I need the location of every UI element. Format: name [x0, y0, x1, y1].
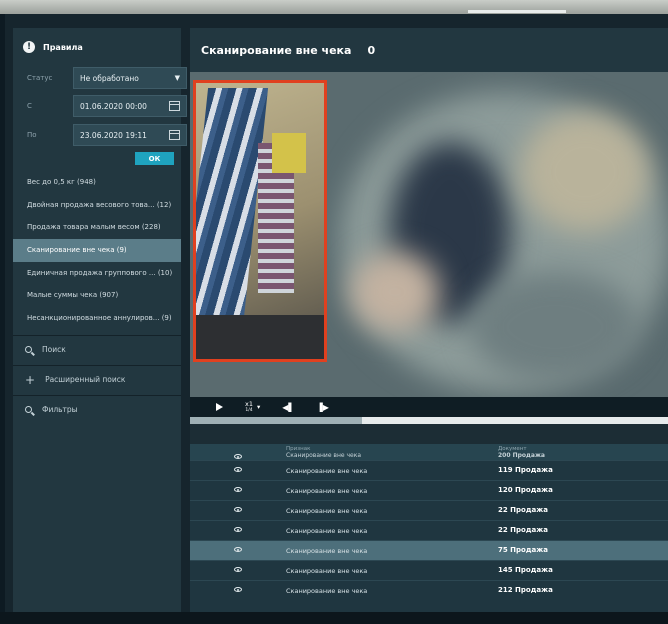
- main-header: Сканирование вне чека 0: [190, 28, 668, 72]
- status-select[interactable]: Не обработано ▼: [73, 67, 187, 89]
- timeline-progress-fill: [190, 417, 363, 424]
- row-document: 119 Продажа: [498, 466, 553, 474]
- to-date-input[interactable]: 23.06.2020 19:11: [73, 124, 187, 146]
- speed-bottom: 1/4: [245, 408, 253, 413]
- detection-crop: [193, 80, 327, 362]
- shelf-yellow-box: [272, 133, 306, 173]
- step-forward-icon[interactable]: ▐▶︎: [317, 403, 329, 412]
- row-document: 145 Продажа: [498, 566, 553, 574]
- sidebar-header: ! Правила: [23, 40, 83, 54]
- chevron-down-icon: ▼: [174, 74, 180, 82]
- row-type: Сканирование вне чека: [286, 527, 368, 535]
- rule-item[interactable]: Сканирование вне чека (9): [13, 239, 181, 262]
- status-select-value: Не обработано: [80, 73, 139, 83]
- calendar-icon[interactable]: [169, 101, 180, 111]
- eye-icon[interactable]: [234, 527, 242, 532]
- eye-icon[interactable]: [234, 567, 242, 572]
- status-label: Статус: [27, 74, 53, 82]
- eye-icon[interactable]: [234, 467, 242, 472]
- rule-item[interactable]: Малые суммы чека (907): [13, 284, 181, 307]
- row-type: Сканирование вне чека: [286, 567, 368, 575]
- bottom-strip: [0, 612, 668, 624]
- ok-button[interactable]: ОК: [135, 152, 174, 165]
- info-icon: !: [23, 41, 35, 53]
- sidebar-title: Правила: [43, 42, 83, 52]
- advanced-search-button[interactable]: + Расширенный поиск: [13, 365, 181, 393]
- player-controls: x1 1/4 ▾ ◀︎▌ ▐▶︎: [190, 397, 668, 417]
- to-label: По: [27, 131, 37, 139]
- row-type: Сканирование вне чека: [286, 507, 368, 515]
- timeline-progress[interactable]: [190, 417, 668, 424]
- advanced-search-label: Расширенный поиск: [45, 375, 126, 384]
- partial-row-type: Сканирование вне чека: [286, 452, 362, 459]
- row-type: Сканирование вне чека: [286, 547, 368, 555]
- filters-label: Фильтры: [42, 405, 78, 414]
- search-button[interactable]: Поиск: [13, 335, 181, 363]
- calendar-icon[interactable]: [169, 130, 180, 140]
- speed-top: x1: [245, 400, 253, 408]
- table-row[interactable]: Сканирование вне чека 120 Продажа: [190, 480, 668, 500]
- video-light-area: [520, 112, 650, 232]
- top-strip: [0, 0, 668, 14]
- rule-item[interactable]: Вес до 0,5 кг (948): [13, 171, 181, 194]
- filters-button[interactable]: Фильтры: [13, 395, 181, 423]
- plus-icon: +: [25, 372, 36, 387]
- from-date-value: 01.06.2020 00:00: [80, 101, 147, 111]
- from-date-input[interactable]: 01.06.2020 00:00: [73, 95, 187, 117]
- table-row[interactable]: Сканирование вне чека 22 Продажа: [190, 520, 668, 540]
- partial-row-doc: 200 Продажа: [498, 452, 545, 459]
- row-document: 22 Продажа: [498, 526, 548, 534]
- row-type: Сканирование вне чека: [286, 487, 368, 495]
- eye-icon[interactable]: [234, 454, 242, 459]
- row-document: 75 Продажа: [498, 546, 548, 554]
- eye-icon[interactable]: [234, 487, 242, 492]
- search-icon: [25, 346, 32, 353]
- rule-item[interactable]: Продажа товара малым весом (228): [13, 216, 181, 239]
- eye-icon[interactable]: [234, 547, 242, 552]
- page-title: Сканирование вне чека: [201, 43, 352, 57]
- step-back-icon[interactable]: ◀︎▌: [282, 403, 294, 412]
- sidebar: ! Правила Статус Не обработано ▼ С 01.06…: [13, 28, 187, 616]
- rule-item[interactable]: Единичная продажа группового ... (10): [13, 262, 181, 285]
- eye-icon[interactable]: [234, 507, 242, 512]
- search-label: Поиск: [42, 345, 66, 354]
- rule-item[interactable]: Несанкционированное аннулиров... (9): [13, 307, 181, 330]
- rule-item[interactable]: Двойная продажа весового това... (12): [13, 194, 181, 217]
- video-light-area: [350, 252, 440, 332]
- table-row[interactable]: Сканирование вне чека 75 Продажа: [190, 540, 668, 560]
- table-toolbar: [190, 424, 668, 444]
- search-icon: [25, 406, 32, 413]
- table-row[interactable]: Сканирование вне чека 212 Продажа: [190, 580, 668, 600]
- chevron-down-icon: ▾: [256, 402, 261, 411]
- row-document: 212 Продажа: [498, 586, 553, 594]
- active-tab-indicator: [468, 10, 566, 13]
- table-header: Признак Документ Сканирование вне чека 2…: [190, 444, 668, 460]
- table-row[interactable]: Сканирование вне чека 119 Продажа: [190, 460, 668, 480]
- video-shadow-area: [470, 272, 640, 382]
- rules-list: Вес до 0,5 кг (948) Двойная продажа весов…: [13, 171, 181, 330]
- speed-select[interactable]: x1 1/4 ▾: [245, 400, 261, 414]
- shelf-shadow: [196, 315, 324, 359]
- row-document: 22 Продажа: [498, 506, 548, 514]
- play-icon[interactable]: [216, 403, 223, 411]
- row-type: Сканирование вне чека: [286, 467, 368, 475]
- row-document: 120 Продажа: [498, 486, 553, 494]
- video-frame[interactable]: [190, 72, 668, 397]
- event-count: 0: [367, 43, 376, 57]
- events-table: Признак Документ Сканирование вне чека 2…: [190, 444, 668, 612]
- row-type: Сканирование вне чека: [286, 587, 368, 595]
- to-date-value: 23.06.2020 19:11: [80, 130, 147, 140]
- from-label: С: [27, 102, 32, 110]
- eye-icon[interactable]: [234, 587, 242, 592]
- table-row[interactable]: Сканирование вне чека 145 Продажа: [190, 560, 668, 580]
- table-row[interactable]: Сканирование вне чека 22 Продажа: [190, 500, 668, 520]
- table-body: Сканирование вне чека 119 Продажа Сканиров…: [190, 460, 668, 600]
